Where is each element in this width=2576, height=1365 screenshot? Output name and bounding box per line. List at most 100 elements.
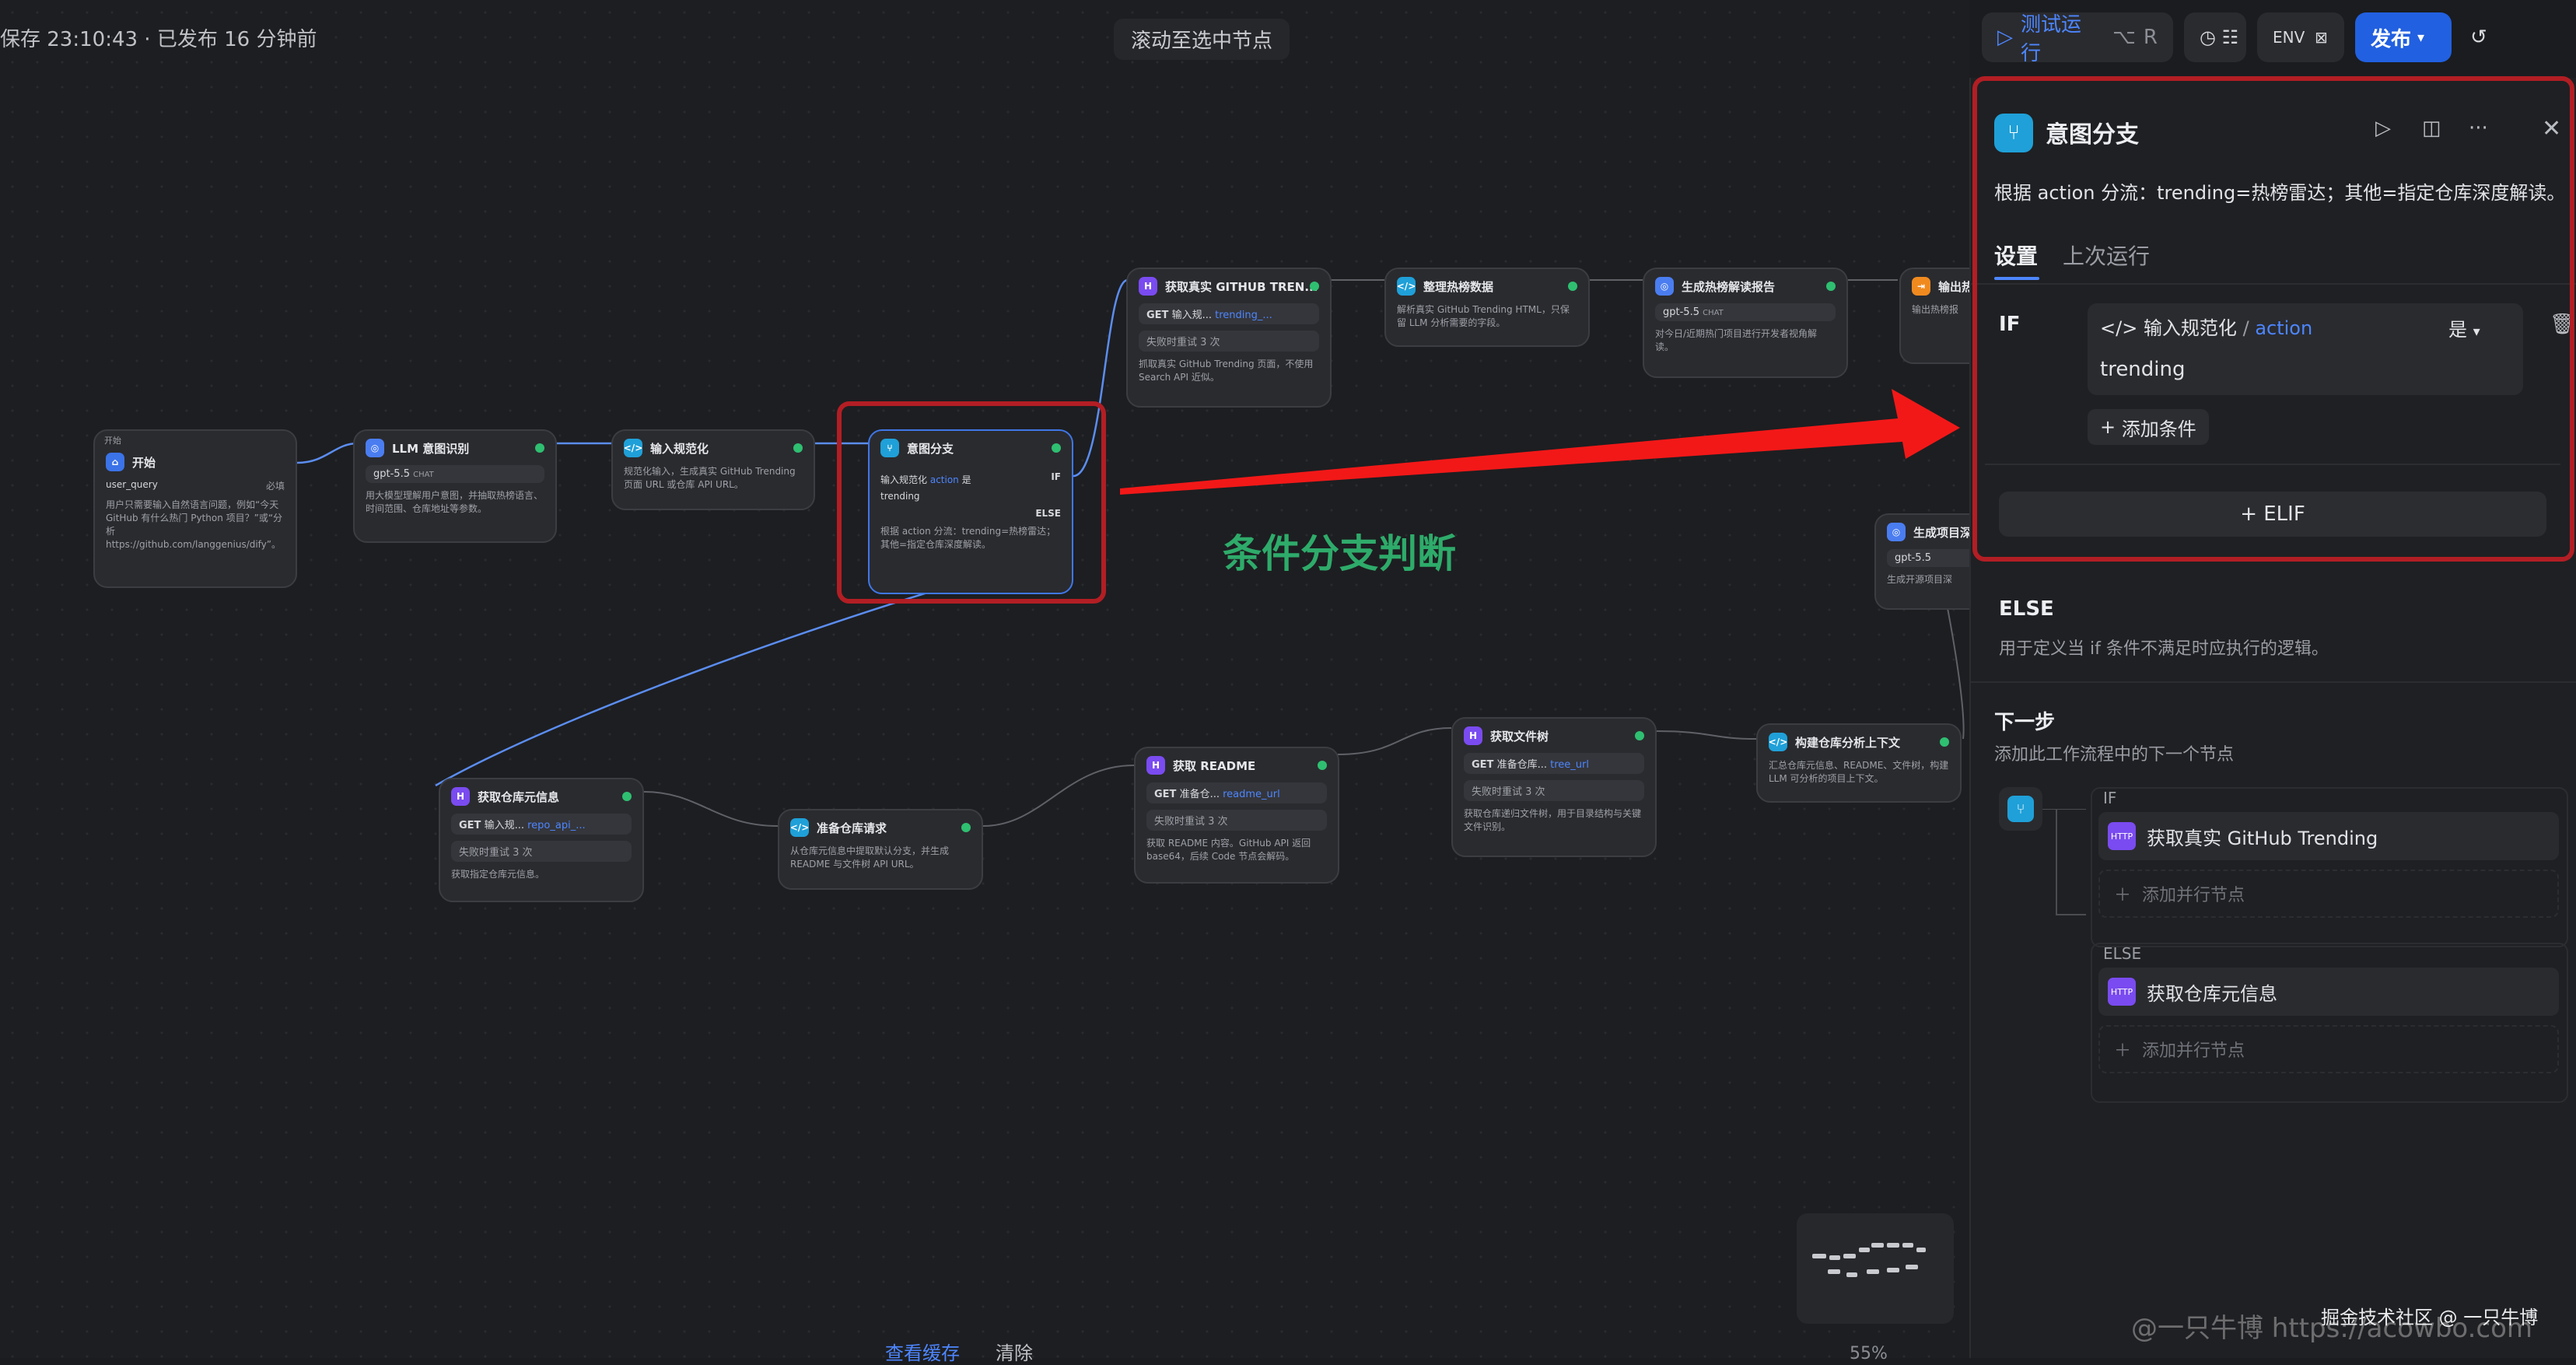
input-var: user_query [106, 479, 158, 490]
node-title: 开始 [132, 455, 156, 470]
node-desc: 获取 README 内容。GitHub API 返回 base64，后续 Cod… [1146, 838, 1311, 862]
node-desc: 解析真实 GitHub Trending HTML，只保留 LLM 分析需要的字… [1397, 304, 1570, 328]
node-readme[interactable]: H 获取 README GET 准备仓... readme_url 失败时重试 3… [1134, 747, 1339, 884]
http-icon: HTTP [2108, 978, 2136, 1006]
plus-icon: ＋ [2114, 886, 2132, 905]
branch-else-label: ELSE [2103, 944, 2142, 963]
url-var: tree_url [1550, 759, 1589, 771]
branch-icon: ⑂ [2007, 796, 2034, 822]
node-start[interactable]: 开始 ⌂ 开始 user_query 必填 用户只需要输入自然语言问题，例如“今天 … [93, 429, 297, 588]
code-icon: </> [1397, 277, 1416, 296]
zoom-level[interactable]: 55% [1850, 1344, 1888, 1363]
next-node-repo-meta[interactable]: HTTP 获取仓库元信息 [2098, 968, 2559, 1016]
annotation-arrow [1120, 389, 1960, 495]
success-dot [1318, 761, 1327, 770]
success-dot [793, 443, 803, 453]
clear-link[interactable]: 清除 [996, 1338, 1033, 1365]
success-dot [961, 823, 971, 832]
output-icon: ⇥ [1912, 277, 1930, 296]
env-button[interactable]: ENV ⊠ [2257, 12, 2344, 62]
list-icon: ☷ [2221, 26, 2239, 48]
node-context[interactable]: </> 构建仓库分析上下文 汇总仓库元信息、README、文件树，构建 LLM 可… [1756, 723, 1962, 803]
clock-icon: ↺ [2470, 26, 2487, 49]
if-branch-group: IF HTTP 获取真实 GitHub Trending ＋添加并行节点 [2091, 787, 2568, 947]
current-node-chip: ⑂ [1999, 787, 2042, 831]
required-tag: 必填 [265, 481, 285, 492]
node-tree[interactable]: H 获取文件树 GET 准备仓库... tree_url 失败时重试 3 次 获取… [1451, 717, 1657, 857]
else-branch-group: ELSE HTTP 获取仓库元信息 ＋添加并行节点 [2091, 943, 2568, 1103]
url-source: 输入规... [484, 820, 524, 831]
url-var: trending_... [1215, 310, 1272, 321]
node-repo-meta[interactable]: H 获取仓库元信息 GET 输入规... repo_api_... 失败时重试 3… [439, 778, 644, 902]
node-desc: 用大模型理解用户意图，并抽取热榜语言、时间范围、仓库地址等参数。 [366, 490, 544, 514]
retry-info: 失败时重试 3 次 [1464, 780, 1644, 801]
watermark-2: @一只牛博 https://acowbo.com [2131, 1313, 2533, 1344]
minimap[interactable] [1797, 1213, 1954, 1324]
home-icon: ⌂ [106, 453, 124, 471]
divider [1971, 681, 2576, 683]
node-title: 输出热 [1938, 279, 1974, 294]
node-desc: 获取指定仓库元信息。 [451, 869, 545, 880]
node-llm[interactable]: ◎ LLM 意图识别 gpt-5.5 CHAT 用大模型理解用户意图，并抽取热榜语… [353, 429, 557, 543]
model-name: gpt-5.5 [373, 468, 410, 480]
http-icon: H [451, 787, 470, 806]
node-title: 获取 README [1173, 758, 1256, 773]
highlight-box-panel [1972, 76, 2574, 562]
node-prep-repo[interactable]: </> 准备仓库请求 从仓库元信息中提取默认分支，并生成 README 与文件树 … [778, 809, 983, 890]
node-title: LLM 意图识别 [392, 441, 470, 456]
version-history-button[interactable]: ↺ [2462, 12, 2506, 62]
http-icon: H [1146, 756, 1165, 775]
variable-icon: ⊠ [2315, 28, 2328, 47]
chevron-down-icon: ▾ [2417, 29, 2425, 46]
node-desc: 从仓库元信息中提取默认分支，并生成 README 与文件树 API URL。 [790, 845, 950, 870]
node-title: 获取文件树 [1490, 729, 1549, 744]
publish-button[interactable]: 发布 ▾ [2355, 12, 2452, 62]
code-icon: </> [1769, 733, 1787, 751]
node-desc: 获取仓库递归文件树，用于目录结构与关键文件识别。 [1464, 808, 1642, 832]
add-parallel-node-else[interactable]: ＋添加并行节点 [2098, 1025, 2559, 1073]
node-normalize[interactable]: </> 输入规范化 规范化输入，生成真实 GitHub Trending 页面 U… [611, 429, 815, 510]
success-dot [1310, 282, 1319, 291]
view-cache-link[interactable]: 查看缓存 [885, 1338, 960, 1365]
test-run-button[interactable]: ▷ 测试运行 ⌥ R [1982, 12, 2173, 65]
node-desc: 规范化输入，生成真实 GitHub Trending 页面 URL 或仓库 AP… [624, 466, 796, 490]
top-toolbar: ▷ 测试运行 ⌥ R ◷ ☷ ENV ⊠ 发布 ▾ ↺ [1982, 12, 2506, 65]
node-report[interactable]: ◎ 生成热榜解读报告 gpt-5.5 CHAT 对今日/近期热门项目进行开发者视角… [1643, 268, 1848, 378]
url-var: repo_api_... [527, 820, 586, 831]
code-icon: </> [790, 818, 809, 837]
play-icon: ▷ [1997, 26, 2013, 49]
node-desc: 汇总仓库元信息、README、文件树，构建 LLM 可分析的项目上下文。 [1769, 760, 1949, 784]
next-step-desc: 添加此工作流程中的下一个节点 [1994, 745, 2235, 765]
node-title: 准备仓库请求 [817, 821, 887, 835]
add-parallel-node-if[interactable]: ＋添加并行节点 [2098, 870, 2559, 918]
retry-info: 失败时重试 3 次 [1146, 810, 1327, 831]
model-name: gpt-5.5 [1663, 306, 1699, 318]
annotation-text: 条件分支判断 [1223, 531, 1456, 576]
node-desc: 用户只需要输入自然语言问题，例如“今天 GitHub 有什么热门 Python … [106, 499, 283, 550]
brain-icon: ◎ [1655, 277, 1674, 296]
else-title: ELSE [1999, 597, 2054, 621]
next-connector [2042, 809, 2086, 915]
code-icon: </> [624, 439, 642, 457]
edges [296, 278, 1965, 827]
next-node-fetch-trending[interactable]: HTTP 获取真实 GitHub Trending [2098, 812, 2559, 860]
branch-if-label: IF [2103, 789, 2117, 807]
http-method: GET [459, 820, 481, 831]
success-dot [535, 443, 544, 453]
brain-icon: ◎ [366, 439, 384, 457]
url-source: 准备仓库... [1496, 759, 1547, 771]
success-dot [622, 792, 632, 801]
next-step-title: 下一步 [1994, 711, 2056, 734]
http-method: GET [1146, 310, 1169, 321]
retry-info: 失败时重试 3 次 [451, 841, 632, 862]
url-var: readme_url [1223, 789, 1280, 800]
checklist-button[interactable]: ◷ ☷ [2184, 12, 2246, 62]
node-parse-trending[interactable]: </> 整理热榜数据 解析真实 GitHub Trending HTML，只保留 … [1384, 268, 1590, 347]
http-icon: H [1464, 726, 1482, 745]
http-icon: H [1139, 277, 1157, 296]
node-desc: 对今日/近期热门项目进行开发者视角解读。 [1655, 328, 1818, 352]
retry-info: 失败时重试 3 次 [1139, 331, 1319, 352]
node-title: 获取真实 GITHUB TREN... [1165, 279, 1318, 294]
node-title: 输入规范化 [650, 441, 709, 456]
success-dot [1635, 731, 1644, 740]
